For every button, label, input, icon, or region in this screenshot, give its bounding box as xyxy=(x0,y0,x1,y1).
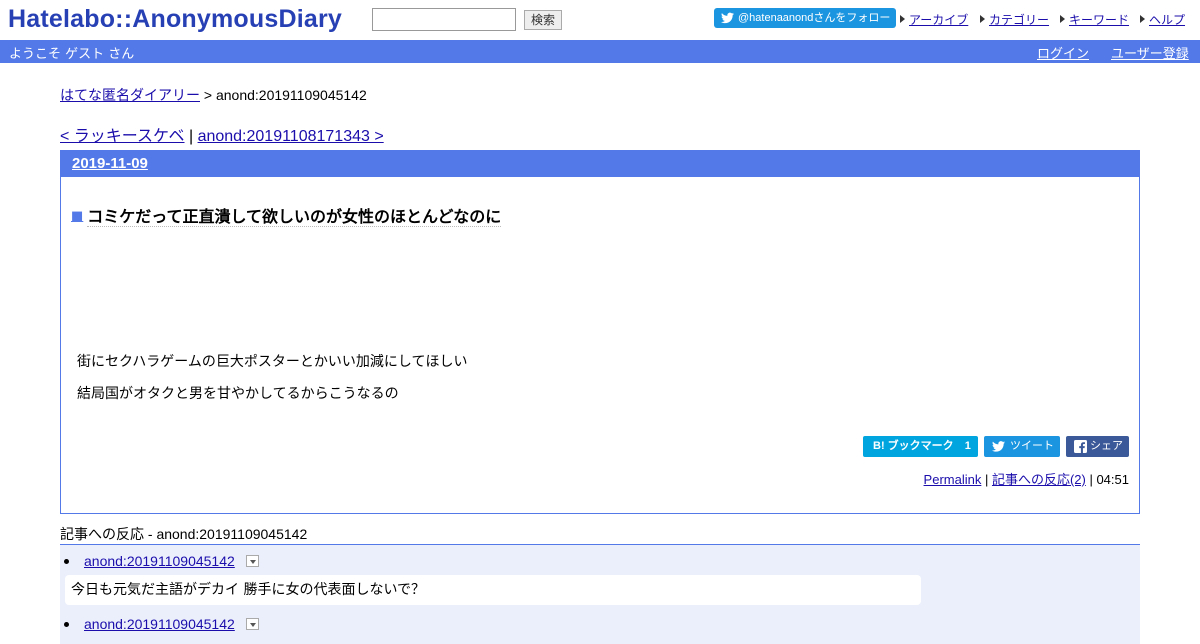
bookmark-label: B! ブックマーク xyxy=(873,440,954,452)
list-item: anond:20191109045142 xyxy=(60,616,1140,636)
breadcrumb-separator: > xyxy=(200,87,216,103)
footer-separator: | xyxy=(981,472,992,487)
entry-body-line: 結局国がオタクと男を甘やかしてるからこうなるの xyxy=(77,386,399,402)
entry-box: 2019-11-09 ■ コミケだって正直潰して欲しいのが女性のほとんどなのに 街… xyxy=(60,150,1140,514)
breadcrumb: はてな匿名ダイアリー > anond:20191109045142 xyxy=(60,85,367,105)
nav-keyword-link[interactable]: キーワード xyxy=(1069,13,1129,27)
title-square-icon[interactable]: ■ xyxy=(71,209,83,224)
breadcrumb-current: anond:20191109045142 xyxy=(215,87,367,103)
breadcrumb-home-link[interactable]: はてな匿名ダイアリー xyxy=(60,87,200,103)
arrow-right-icon xyxy=(1060,15,1065,23)
nav-category[interactable]: カテゴリー xyxy=(980,11,1049,28)
facebook-share-label: シェア xyxy=(1090,440,1123,452)
arrow-right-icon xyxy=(980,15,985,23)
nav-help-link[interactable]: ヘルプ xyxy=(1149,13,1185,27)
twitter-bird-icon xyxy=(721,12,734,24)
facebook-icon xyxy=(1074,440,1087,453)
login-link[interactable]: ログイン xyxy=(1037,43,1089,62)
nav-keyword[interactable]: キーワード xyxy=(1060,11,1129,28)
entry-footer: Permalink | 記事への反応(2) | 04:51 xyxy=(924,469,1129,488)
entry-title-text: コミケだって正直潰して欲しいのが女性のほとんどなのに xyxy=(87,207,502,227)
search-button[interactable]: 検索 xyxy=(524,10,562,30)
facebook-share-button[interactable]: シェア xyxy=(1066,436,1129,457)
entry-date-bar: 2019-11-09 xyxy=(61,151,1139,177)
tweet-label: ツイート xyxy=(1010,440,1054,452)
reactions-list: anond:20191109045142 今日も元気だ主語がデカイ 勝手に女の代… xyxy=(60,544,1140,644)
entry-body-line: 街にセクハラゲームの巨大ポスターとかいい加減にしてほしい xyxy=(77,354,468,370)
bullet-icon xyxy=(64,622,69,627)
bookmark-count: 1 xyxy=(964,440,971,452)
follow-label: @hatenaanondさんをフォロー xyxy=(738,12,891,24)
arrow-right-icon xyxy=(1140,15,1145,23)
site-header: Hatelabo::AnonymousDiary 検索 @hatenaanond… xyxy=(0,0,1200,40)
list-item: anond:20191109045142 xyxy=(60,553,1140,573)
footer-separator: | xyxy=(1085,472,1097,487)
site-logo[interactable]: Hatelabo::AnonymousDiary xyxy=(8,5,342,34)
nav-archive-link[interactable]: アーカイブ xyxy=(909,13,968,27)
chevron-down-icon[interactable] xyxy=(246,618,259,630)
next-entry-link[interactable]: anond:20191108171343 > xyxy=(198,128,384,145)
nav-category-link[interactable]: カテゴリー xyxy=(989,13,1049,27)
pager-divider: | xyxy=(184,128,198,145)
entry-pager: < ラッキースケベ | anond:20191108171343 > xyxy=(60,122,384,146)
user-bar: ようこそ ゲスト さん ログイン ユーザー登録 xyxy=(0,40,1200,63)
search-input[interactable] xyxy=(372,8,516,31)
hatena-bookmark-button[interactable]: B! ブックマーク 1 xyxy=(863,436,978,457)
entry-time: 04:51 xyxy=(1096,472,1129,487)
entry-date-link[interactable]: 2019-11-09 xyxy=(72,155,148,172)
entry-title: ■ コミケだって正直潰して欲しいのが女性のほとんどなのに xyxy=(71,203,502,227)
chevron-down-icon[interactable] xyxy=(246,555,259,567)
welcome-text: ようこそ ゲスト さん xyxy=(9,47,135,62)
reactions-heading: 記事への反応 - anond:20191109045142 xyxy=(60,526,308,542)
bullet-icon xyxy=(64,559,69,564)
register-link[interactable]: ユーザー登録 xyxy=(1111,43,1189,62)
reaction-link[interactable]: anond:20191109045142 xyxy=(84,553,235,569)
nav-help[interactable]: ヘルプ xyxy=(1140,11,1185,28)
twitter-follow-button[interactable]: @hatenaanondさんをフォロー xyxy=(714,8,896,28)
prev-entry-link[interactable]: < ラッキースケベ xyxy=(60,128,185,145)
twitter-bird-icon xyxy=(992,441,1005,452)
reactions-link[interactable]: 記事への反応(2) xyxy=(992,472,1086,487)
reaction-quote: 今日も元気だ主語がデカイ 勝手に女の代表面しないで？ xyxy=(65,575,921,605)
arrow-right-icon xyxy=(900,15,905,23)
tweet-button[interactable]: ツイート xyxy=(984,436,1060,457)
nav-archive[interactable]: アーカイブ xyxy=(900,11,968,28)
permalink-link[interactable]: Permalink xyxy=(924,472,982,487)
